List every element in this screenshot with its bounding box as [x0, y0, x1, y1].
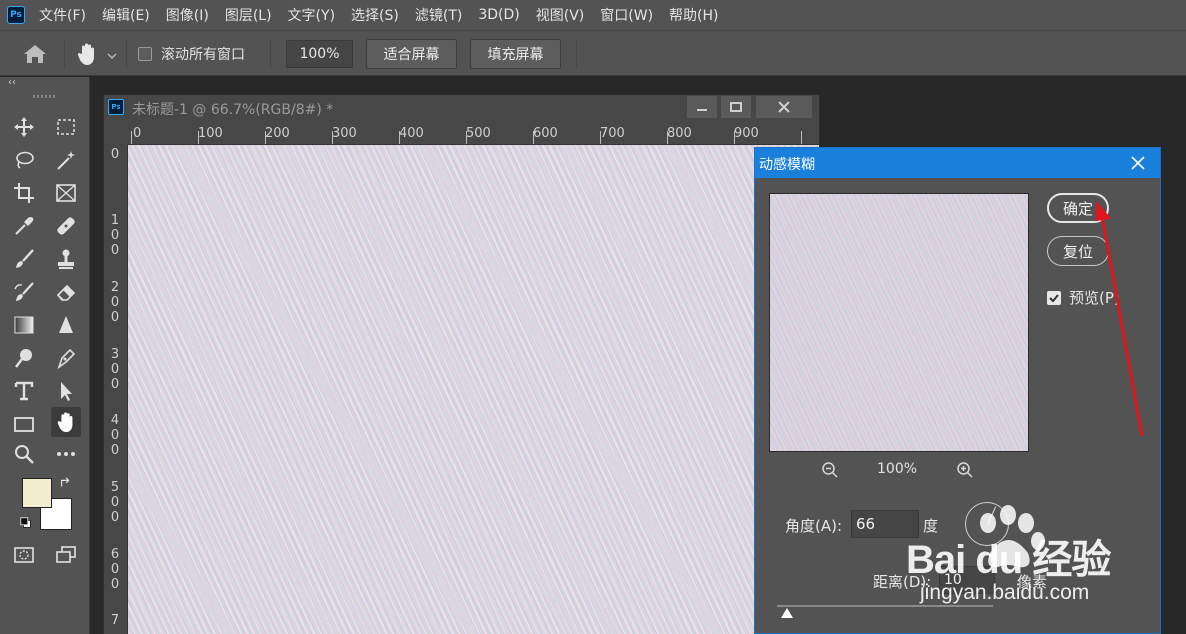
baidu-jingyan-watermark: Bai du 经验 jingyan.baidu.com — [906, 497, 1126, 607]
panel-grip[interactable] — [33, 95, 55, 98]
document-canvas[interactable] — [128, 145, 819, 634]
ruler-label: 700 — [600, 126, 625, 141]
ruler-label: 0 — [110, 147, 120, 162]
menu-filter[interactable]: 滤镜(T) — [415, 5, 462, 25]
menu-file[interactable]: 文件(F) — [39, 5, 86, 25]
distance-slider-thumb[interactable] — [781, 608, 793, 618]
close-icon[interactable] — [1129, 154, 1147, 172]
separator — [126, 39, 127, 69]
ruler-label: 600 — [110, 547, 120, 592]
zoom-level-field[interactable]: 100% — [286, 40, 353, 68]
history-brush-tool-icon[interactable] — [9, 278, 39, 306]
more-tools-icon[interactable] — [51, 440, 81, 468]
dialog-title: 动感模糊 — [759, 157, 815, 173]
default-colors-icon[interactable] — [18, 515, 34, 531]
fit-screen-button[interactable]: 适合屏幕 — [366, 39, 457, 69]
marquee-tool-icon[interactable] — [51, 113, 81, 141]
vertical-ruler[interactable]: 0 100 200 300 400 500 600 7 — [104, 145, 128, 634]
ruler-label: 600 — [533, 126, 558, 141]
blur-tool-icon[interactable] — [51, 311, 81, 339]
ruler-label: 800 — [667, 126, 692, 141]
ruler-label: 500 — [466, 126, 491, 141]
menu-3d[interactable]: 3D(D) — [478, 7, 519, 23]
move-tool-icon[interactable] — [9, 113, 39, 141]
hand-tool-icon[interactable] — [76, 42, 98, 66]
angle-label: 角度(A): — [785, 517, 843, 535]
photoshop-doc-icon: Ps — [108, 99, 124, 115]
dodge-tool-icon[interactable] — [9, 344, 39, 372]
ruler-label: 100 — [110, 213, 120, 258]
quick-mask-icon[interactable] — [9, 541, 39, 569]
scroll-all-windows-label: 滚动所有窗口 — [161, 47, 245, 63]
foreground-color-swatch[interactable] — [22, 478, 52, 508]
preview-checkbox[interactable] — [1047, 291, 1061, 305]
path-selection-tool-icon[interactable] — [51, 377, 81, 405]
healing-brush-tool-icon[interactable] — [51, 212, 81, 240]
ruler-label: 300 — [110, 347, 120, 392]
fill-screen-button[interactable]: 填充屏幕 — [470, 39, 561, 69]
ruler-label: 400 — [110, 413, 120, 458]
document-title-bar[interactable]: Ps 未标题-1 @ 66.7%(RGB/8#) * — [104, 95, 819, 121]
zoom-tool-icon[interactable] — [9, 440, 39, 468]
pen-tool-icon[interactable] — [51, 344, 81, 372]
separator — [576, 39, 577, 69]
menu-edit[interactable]: 编辑(E) — [102, 5, 150, 25]
rectangle-tool-icon[interactable] — [9, 410, 39, 438]
ruler-label: 200 — [110, 280, 120, 325]
minimize-icon[interactable] — [687, 96, 717, 118]
separator — [64, 39, 65, 69]
ruler-label: 900 — [734, 126, 759, 141]
document-window: Ps 未标题-1 @ 66.7%(RGB/8#) * 0 100 200 300… — [103, 94, 820, 634]
ruler-label: 100 — [198, 126, 223, 141]
chevron-down-icon[interactable] — [106, 49, 118, 59]
menu-bar: Ps 文件(F) 编辑(E) 图像(I) 图层(L) 文字(Y) 选择(S) 滤… — [0, 0, 1186, 30]
zoom-out-icon[interactable] — [821, 461, 839, 479]
filter-preview[interactable] — [769, 193, 1029, 452]
swap-colors-icon[interactable] — [58, 475, 74, 491]
options-bar: 滚动所有窗口 100% 适合屏幕 填充屏幕 — [0, 30, 1186, 76]
ruler-label: 7 — [110, 613, 120, 628]
horizontal-ruler[interactable]: 0 100 200 300 400 500 600 700 800 900 — [128, 121, 819, 145]
eraser-tool-icon[interactable] — [51, 278, 81, 306]
lasso-tool-icon[interactable] — [9, 146, 39, 174]
crop-tool-icon[interactable] — [9, 179, 39, 207]
collapse-panel-icon[interactable]: ‹‹ — [8, 77, 16, 88]
menu-type[interactable]: 文字(Y) — [288, 5, 335, 25]
hand-tool-selected-icon[interactable] — [51, 407, 81, 437]
screen-mode-icon[interactable] — [51, 541, 81, 569]
document-title: 未标题-1 @ 66.7%(RGB/8#) * — [132, 102, 334, 118]
home-icon[interactable] — [22, 43, 48, 65]
gradient-tool-icon[interactable] — [9, 311, 39, 339]
menu-help[interactable]: 帮助(H) — [669, 5, 718, 25]
tools-panel: ‹‹ — [0, 77, 90, 634]
menu-image[interactable]: 图像(I) — [166, 5, 209, 25]
menu-window[interactable]: 窗口(W) — [600, 5, 653, 25]
ruler-label: 400 — [399, 126, 424, 141]
eyedropper-tool-icon[interactable] — [9, 212, 39, 240]
ruler-label: 200 — [265, 126, 290, 141]
magic-wand-tool-icon[interactable] — [51, 146, 81, 174]
photoshop-logo-icon: Ps — [7, 6, 25, 24]
annotation-arrow-icon — [1095, 200, 1144, 437]
maximize-icon[interactable] — [721, 96, 751, 118]
zoom-in-icon[interactable] — [956, 461, 974, 479]
separator — [270, 39, 271, 69]
scroll-all-windows-checkbox[interactable] — [138, 47, 152, 61]
preview-zoom-level: 100% — [877, 461, 918, 477]
brush-tool-icon[interactable] — [9, 245, 39, 273]
dialog-title-bar[interactable]: 动感模糊 — [755, 148, 1160, 178]
menu-view[interactable]: 视图(V) — [536, 5, 585, 25]
clone-stamp-tool-icon[interactable] — [51, 245, 81, 273]
menu-select[interactable]: 选择(S) — [351, 5, 399, 25]
frame-tool-icon[interactable] — [51, 179, 81, 207]
menu-layer[interactable]: 图层(L) — [225, 5, 272, 25]
ruler-corner — [104, 121, 128, 145]
close-window-icon[interactable] — [756, 96, 812, 118]
type-tool-icon[interactable] — [9, 377, 39, 405]
watermark-url: jingyan.baidu.com — [920, 581, 1090, 604]
ruler-label: 500 — [110, 480, 120, 525]
watermark-brand: Bai du 经验 — [906, 538, 1111, 582]
ruler-label: 0 — [133, 126, 142, 141]
ruler-label: 300 — [332, 126, 357, 141]
